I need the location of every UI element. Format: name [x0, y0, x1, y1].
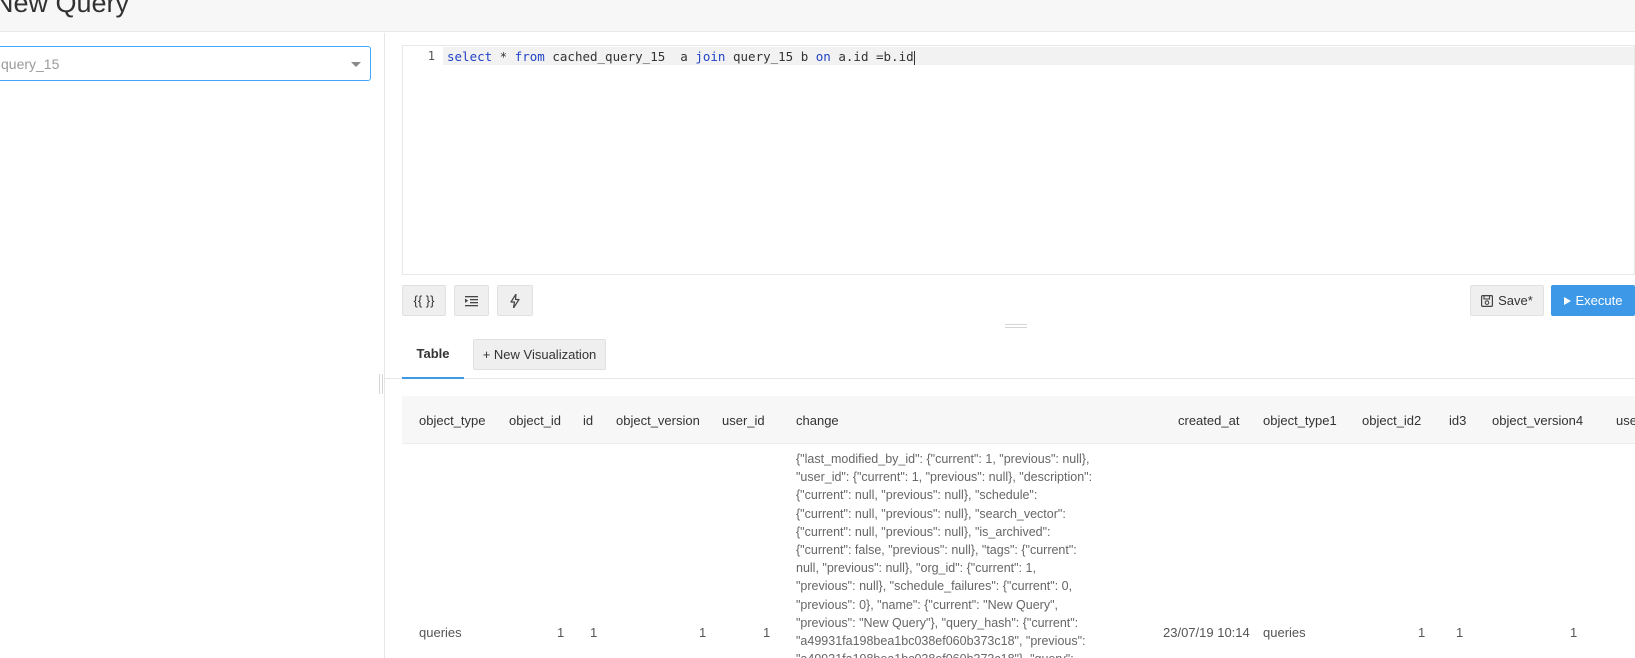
change-text-line: {"current": false, "previous": null}, "t…	[796, 543, 1077, 558]
sql-text: query_15 b	[725, 49, 816, 64]
code-line[interactable]: select * from cached_query_15 a join que…	[447, 49, 915, 65]
table-cell: 23/07/19 10:14	[1163, 625, 1250, 640]
editor-gutter: 1	[403, 46, 443, 274]
caret-down-icon	[351, 62, 361, 67]
column-header[interactable]: object_type1	[1263, 413, 1337, 428]
text-cursor	[913, 50, 915, 65]
change-text-line: "previous": "New Query"}, "query_hash": …	[796, 615, 1079, 630]
floppy-disk-icon	[1481, 294, 1494, 307]
indent-icon	[465, 295, 478, 307]
save-button[interactable]: Save*	[1470, 285, 1544, 316]
sql-keyword: from	[514, 49, 545, 64]
column-header[interactable]: created_at	[1178, 413, 1239, 428]
schema-browser-pane: query_15	[0, 33, 385, 658]
execute-button[interactable]: Execute	[1551, 285, 1635, 316]
column-header[interactable]: object_version4	[1492, 413, 1583, 428]
column-header[interactable]: object_version	[616, 413, 700, 428]
column-header[interactable]: change	[796, 413, 839, 428]
autocomplete-toggle-button[interactable]	[497, 285, 533, 316]
change-text-line: "previous": 0}, "name": {"current": "New…	[796, 597, 1058, 612]
table-cell: 1	[699, 625, 707, 640]
column-header[interactable]: id3	[1449, 413, 1466, 428]
sql-keyword: on	[815, 49, 831, 64]
execute-label: Execute	[1575, 293, 1623, 308]
change-text-line: "user_id": {"current": 1, "previous": nu…	[796, 470, 1093, 485]
change-text-line: "a49931fa198bea1bc038ef060b373c18"}, "qu…	[796, 650, 1136, 658]
results-table: object_type object_id id object_version …	[402, 396, 1635, 658]
column-header[interactable]: user_id	[722, 413, 765, 428]
sql-text: a.id =b.id	[830, 49, 914, 64]
data-source-value: query_15	[1, 56, 60, 72]
table-cell: 1	[1456, 625, 1464, 640]
table-cell: 1	[590, 625, 598, 640]
save-label: Save*	[1498, 293, 1533, 308]
table-cell: queries	[1263, 625, 1306, 640]
play-icon	[1563, 296, 1571, 305]
line-number: 1	[427, 49, 435, 63]
change-text-line: {"current": null, "previous": null}, "is…	[796, 524, 1051, 539]
change-text-line: null, "previous": null}, "org_id": {"cur…	[796, 561, 1036, 576]
add-parameter-label: {{ }}	[413, 293, 435, 308]
change-text-line: {"last_modified_by_id": {"current": 1, "…	[796, 452, 1090, 466]
column-header[interactable]: object_id2	[1362, 413, 1421, 428]
table-header-row: object_type object_id id object_version …	[402, 396, 1635, 444]
sql-keyword: join	[695, 49, 726, 64]
column-header[interactable]: id	[583, 413, 593, 428]
sql-text: cached_query_15 a	[544, 49, 696, 64]
table-cell: 1	[763, 625, 771, 640]
column-header[interactable]: object_id	[509, 413, 561, 428]
horizontal-resize-handle[interactable]	[1005, 324, 1027, 328]
page-title[interactable]: New Query	[0, 0, 129, 19]
query-editor[interactable]: 1 select * from cached_query_15 a join q…	[402, 45, 1635, 275]
format-query-button[interactable]	[454, 285, 489, 316]
column-header[interactable]: user	[1616, 413, 1635, 428]
tab-table[interactable]: Table	[402, 330, 464, 379]
sql-text: *	[492, 49, 515, 64]
change-text-line: {"current": null, "previous": null}, "sc…	[796, 488, 1038, 503]
table-cell-change: {"last_modified_by_id": {"current": 1, "…	[796, 450, 1136, 658]
vertical-resize-handle[interactable]	[379, 374, 383, 394]
table-cell: 1	[1570, 625, 1578, 640]
table-cell: 1	[557, 625, 565, 640]
visualization-tabs: Table + New Visualization	[385, 330, 1635, 379]
change-text-line: {"current": null, "previous": null}, "se…	[796, 506, 1066, 521]
change-text-line: "previous": null}, "schedule_failures": …	[796, 579, 1073, 594]
change-text-line: "a49931fa198bea1bc038ef060b373c18", "pre…	[796, 634, 1086, 649]
new-visualization-button[interactable]: + New Visualization	[473, 339, 606, 370]
table-cell: queries	[419, 625, 462, 640]
add-parameter-button[interactable]: {{ }}	[402, 285, 446, 316]
data-source-select[interactable]: query_15	[0, 46, 371, 81]
table-cell: 1	[1418, 625, 1426, 640]
column-header[interactable]: object_type	[419, 413, 486, 428]
lightning-icon	[510, 293, 520, 308]
page-header: New Query	[0, 0, 1635, 32]
sql-keyword: select	[447, 49, 493, 64]
